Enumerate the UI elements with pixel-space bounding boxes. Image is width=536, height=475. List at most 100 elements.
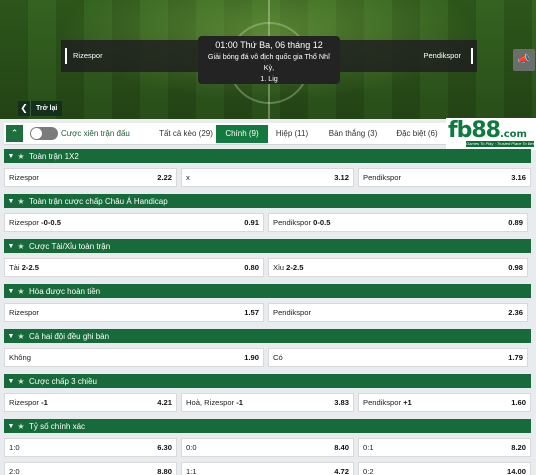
back-button[interactable]: ❮ Trở lại (18, 101, 62, 116)
odds-button[interactable]: Pendikspor 2.36 (268, 303, 528, 322)
selection-name: 0:1 (363, 443, 374, 452)
chevron-down-icon[interactable]: ▼ (6, 333, 16, 340)
brand-tagline: Games To Play · Trusted Place To Bet (466, 141, 534, 147)
odds-button[interactable]: 1:1 4.72 (181, 462, 354, 475)
match-info-box: 01:00 Thứ Ba, 06 tháng 12 Giải bóng đá v… (198, 36, 340, 84)
favorite-star-icon[interactable]: ★ (16, 152, 26, 161)
selection-label: 1:0 (9, 443, 20, 452)
odds-button[interactable]: Xỉu 2-2.5 0.98 (268, 258, 528, 277)
chevron-down-icon[interactable]: ▼ (6, 288, 16, 295)
favorite-star-icon[interactable]: ★ (16, 197, 26, 206)
odds-value: 0.98 (508, 263, 523, 272)
market-title: Cược Tài/Xỉu toàn trận (29, 241, 111, 251)
odds-row: Tài 2-2.5 0.80 Xỉu 2-2.5 0.98 (4, 258, 531, 277)
selection-label: Rizespor -0-0.5 (9, 218, 61, 227)
favorite-star-icon[interactable]: ★ (16, 242, 26, 251)
odds-button[interactable]: Rizespor -1 4.21 (4, 393, 177, 412)
market-block: ▼ ★ Cược Tài/Xỉu toàn trận Tài 2-2.5 0.80 Xỉu… (4, 239, 531, 277)
odds-value: 8.80 (157, 467, 172, 475)
selection-label: 0:0 (186, 443, 197, 452)
brand-logo-text: fb88.com (448, 118, 527, 143)
favorite-star-icon[interactable]: ★ (16, 377, 26, 386)
odds-value: 1.57 (244, 308, 259, 317)
odds-button[interactable]: Hoà, Rizespor -1 3.83 (181, 393, 354, 412)
market-header[interactable]: ▼ ★ Tỷ số chính xác (4, 419, 531, 433)
odds-button[interactable]: 0:1 8.20 (358, 438, 531, 457)
selection-name: Hoà, Rizespor (186, 398, 235, 407)
selection-label: x (186, 173, 190, 182)
league-name-line-2: 1. Lig (260, 74, 278, 83)
chevron-left-icon: ❮ (18, 101, 31, 116)
chevron-down-icon[interactable]: ▼ (6, 378, 16, 385)
chevron-down-icon[interactable]: ▼ (6, 153, 16, 160)
market-title: Toàn trận 1X2 (29, 151, 79, 161)
selection-label: Pendikspor 0-0.5 (273, 218, 330, 227)
selection-name: Không (9, 353, 31, 362)
selection-label: Xỉu 2-2.5 (273, 263, 303, 272)
tab-main[interactable]: Chính (9) (216, 125, 268, 143)
odds-button[interactable]: Pendikspor 0-0.5 0.89 (268, 213, 528, 232)
selection-label: 1:1 (186, 467, 197, 475)
home-marker (65, 48, 67, 64)
market-header[interactable]: ▼ ★ Hòa được hoàn tiền (4, 284, 531, 298)
tab-half[interactable]: Hiệp (11) (266, 123, 318, 145)
odds-button[interactable]: 0:2 14.00 (358, 462, 531, 475)
odds-row: 2:0 8.80 1:1 4.72 0:2 14.00 (4, 462, 531, 475)
handicap-value: -0-0.5 (41, 218, 61, 227)
selection-name: 0:2 (363, 467, 374, 475)
selection-label: 2:0 (9, 467, 20, 475)
selection-label: Hoà, Rizespor -1 (186, 398, 243, 407)
market-block: ▼ ★ Cả hai đội đều ghi bàn Không 1.90 Có 1.79 (4, 329, 531, 367)
odds-value: 1.79 (508, 353, 523, 362)
odds-button[interactable]: Rizespor 2.22 (4, 168, 177, 187)
selection-label: Không (9, 353, 31, 362)
odds-button[interactable]: Không 1.90 (4, 348, 264, 367)
handicap-value: +1 (403, 398, 412, 407)
odds-value: 2.36 (508, 308, 523, 317)
back-label: Trở lại (36, 105, 58, 112)
market-header[interactable]: ▼ ★ Toàn trận cược chấp Châu Á Handicap (4, 194, 531, 208)
selection-label: Có (273, 353, 283, 362)
odds-button[interactable]: Pendikspor +1 1.60 (358, 393, 531, 412)
odds-button[interactable]: Rizespor 1.57 (4, 303, 264, 322)
market-header[interactable]: ▼ ★ Cược chấp 3 chiều (4, 374, 531, 388)
odds-value: 6.30 (157, 443, 172, 452)
odds-row: Rizespor -0-0.5 0.91 Pendikspor 0-0.5 0.89 (4, 213, 531, 232)
tab-special[interactable]: Đặc biệt (6) (386, 123, 448, 145)
selection-name: 2:0 (9, 467, 20, 475)
market-header[interactable]: ▼ ★ Toàn trận 1X2 (4, 149, 531, 163)
odds-button[interactable]: 2:0 8.80 (4, 462, 177, 475)
favorite-star-icon[interactable]: ★ (16, 332, 26, 341)
tab-goals[interactable]: Bàn thắng (3) (320, 123, 386, 145)
collapse-all-icon[interactable]: ⌃ (6, 125, 23, 142)
handicap-value: 2-2.5 (21, 263, 39, 272)
odds-button[interactable]: Có 1.79 (268, 348, 528, 367)
favorite-star-icon[interactable]: ★ (16, 422, 26, 431)
odds-button[interactable]: 1:0 6.30 (4, 438, 177, 457)
favorite-star-icon[interactable]: ★ (16, 287, 26, 296)
market-header[interactable]: ▼ ★ Cả hai đội đều ghi bàn (4, 329, 531, 343)
odds-value: 3.12 (334, 173, 349, 182)
chevron-down-icon[interactable]: ▼ (6, 423, 16, 430)
odds-button[interactable]: Tài 2-2.5 0.80 (4, 258, 264, 277)
away-team-name: Pendikspor (423, 51, 461, 60)
market-header[interactable]: ▼ ★ Cược Tài/Xỉu toàn trận (4, 239, 531, 253)
chevron-down-icon[interactable]: ▼ (6, 198, 16, 205)
chevron-down-icon[interactable]: ▼ (6, 243, 16, 250)
tab-all[interactable]: Tất cả kèo (29) (146, 123, 226, 145)
league-name-line-1: Giải bóng đá vô địch quốc gia Thổ Nhĩ Kỳ… (207, 52, 331, 72)
market-block: ▼ ★ Toàn trận cược chấp Châu Á Handicap Riz… (4, 194, 531, 232)
odds-button[interactable]: x 3.12 (181, 168, 354, 187)
selection-name: 0:0 (186, 443, 197, 452)
odds-button[interactable]: 0:0 8.40 (181, 438, 354, 457)
odds-button[interactable]: Pendikspor 3.16 (358, 168, 531, 187)
stats-megaphone-icon[interactable]: 📣 (513, 49, 535, 71)
odds-value: 0.89 (508, 218, 523, 227)
odds-row: Không 1.90 Có 1.79 (4, 348, 531, 367)
parlay-toggle[interactable] (30, 127, 58, 140)
market-title: Tỷ số chính xác (29, 421, 86, 431)
brand-logo-main: fb88 (448, 118, 501, 143)
parlay-toggle-label: Cược xiên trận đấu (61, 129, 130, 138)
odds-value: 4.21 (157, 398, 172, 407)
odds-button[interactable]: Rizespor -0-0.5 0.91 (4, 213, 264, 232)
